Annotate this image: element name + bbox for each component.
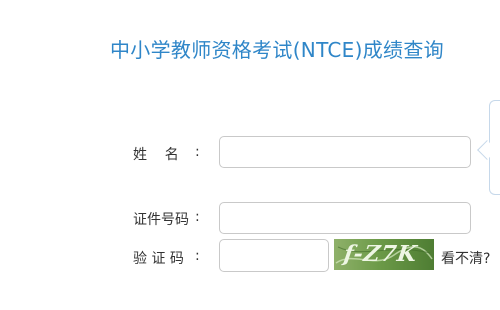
name-label: 姓 名 [133,147,179,163]
page-title: 中小学教师资格考试(NTCE)成绩查询 [110,38,444,62]
captcha-image[interactable]: f-Z7K [334,239,434,270]
captcha-text: f-Z7K [342,241,420,267]
name-label-colon: : [195,144,200,160]
id-number-input[interactable] [219,202,471,234]
captcha-label-colon: : [195,248,200,264]
captcha-input[interactable] [219,239,329,272]
captcha-label: 验 证 码 [133,251,184,267]
id-number-label: 证件号码 [133,212,189,228]
refresh-captcha-link[interactable]: 看不清? [441,248,490,268]
name-input[interactable] [219,136,471,168]
id-number-label-colon: : [195,209,200,225]
